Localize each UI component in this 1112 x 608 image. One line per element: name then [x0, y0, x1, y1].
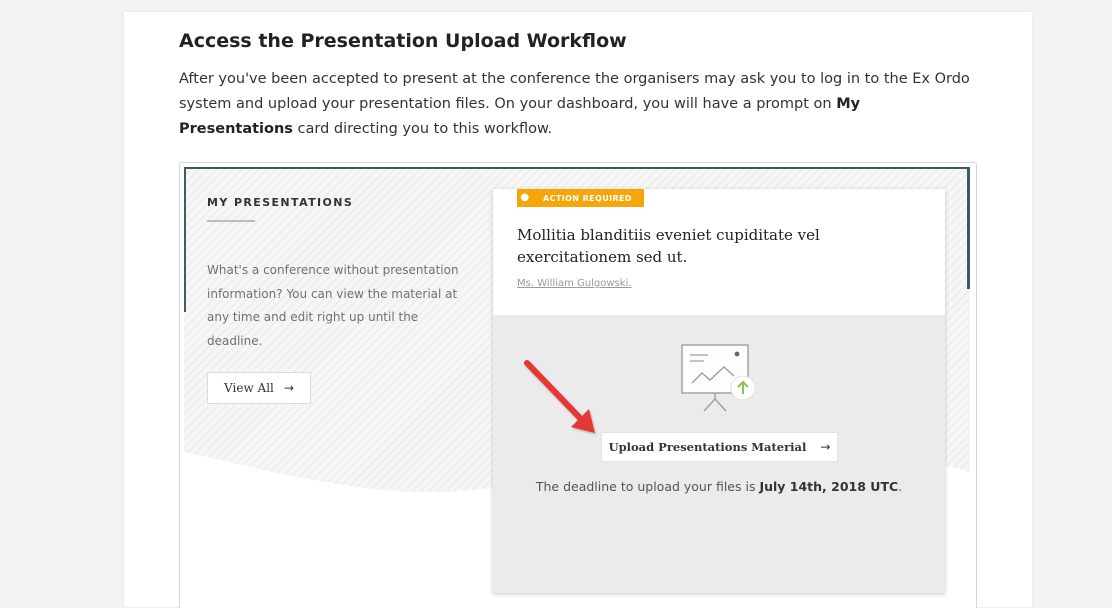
view-all-button[interactable]: View All → — [207, 372, 311, 404]
author-suffix: . — [628, 278, 632, 289]
presentation-author-link[interactable]: Ms. William Gulgowski. — [517, 278, 632, 289]
deadline-date: July 14th, 2018 UTC — [759, 479, 899, 494]
help-article: Access the Presentation Upload Workflow … — [124, 12, 1032, 608]
arrow-right-icon: → — [283, 381, 294, 395]
red-pointer-arrow-icon — [524, 360, 595, 433]
upload-button-label: Upload Presentations Material — [608, 440, 807, 454]
frame-top-edge — [184, 167, 970, 169]
presentation-card-header: ● ACTION REQUIRED Mollitia blanditiis ev… — [493, 189, 945, 315]
article-intro: After you've been accepted to present at… — [179, 67, 979, 142]
article-heading: Access the Presentation Upload Workflow — [179, 30, 627, 52]
badge-dot-icon: ● — [520, 192, 530, 203]
upload-presentations-material-button[interactable]: Upload Presentations Material → — [601, 432, 838, 462]
dashboard-screenshot: MY PRESENTATIONS What's a conference wit… — [179, 162, 977, 608]
presentation-upload-icon — [681, 344, 756, 412]
my-presentations-title: MY PRESENTATIONS — [207, 196, 354, 209]
intro-text-2: card directing you to this workflow. — [292, 121, 553, 137]
presentation-title: Mollitia blanditiis eveniet cupiditate v… — [517, 226, 820, 266]
my-presentations-description: What's a conference without presentation… — [207, 263, 459, 348]
arrow-right-icon: → — [820, 440, 831, 454]
view-all-label: View All — [224, 381, 274, 395]
deadline-prefix: The deadline to upload your files is — [535, 479, 760, 494]
frame-right-edge — [967, 167, 970, 289]
deadline-suffix: . — [898, 479, 903, 494]
frame-left-edge — [184, 167, 186, 312]
screenshot-inner: MY PRESENTATIONS What's a conference wit… — [184, 167, 970, 608]
badge-label: ACTION REQUIRED — [543, 193, 632, 203]
upload-deadline-text: The deadline to upload your files is Jul… — [493, 479, 945, 494]
title-underline — [207, 220, 255, 222]
action-required-badge: ● ACTION REQUIRED — [517, 189, 644, 207]
author-name: Ms. William Gulgowski — [517, 278, 629, 289]
